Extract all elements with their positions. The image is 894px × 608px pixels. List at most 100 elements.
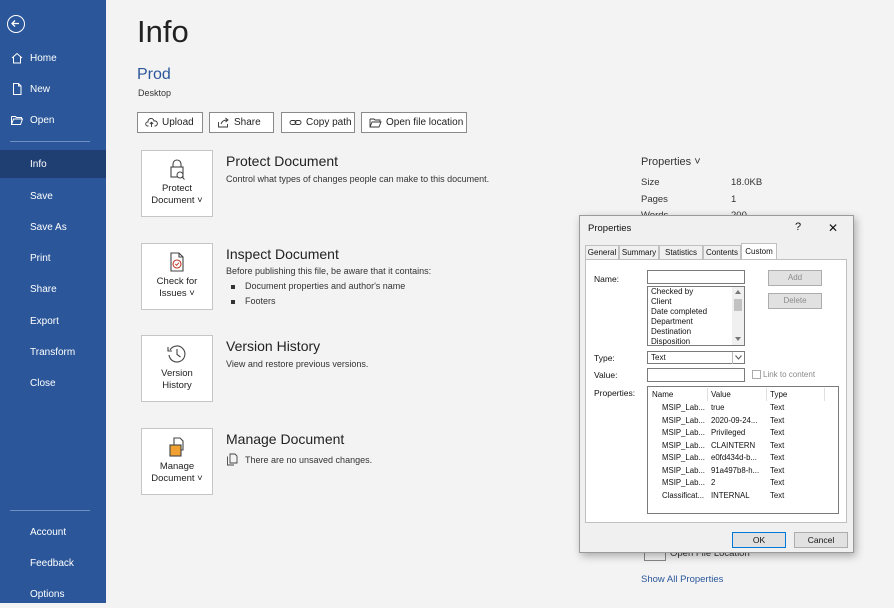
list-item[interactable]: Department xyxy=(651,317,693,327)
name-field-label: Name: xyxy=(594,274,620,284)
row-value: 91a497b8-h... xyxy=(711,465,760,475)
prop-pages-value: 1 xyxy=(731,194,737,205)
column-header-name[interactable]: Name xyxy=(652,390,673,399)
table-row[interactable]: MSIP_Lab... 2020-09-24... Text xyxy=(648,416,838,428)
type-select[interactable]: Text xyxy=(647,351,745,364)
folder-icon xyxy=(369,118,382,128)
nav-share[interactable]: Share xyxy=(0,275,106,303)
row-value: 2 xyxy=(711,478,716,487)
name-input[interactable] xyxy=(647,270,745,284)
nav-export-label: Export xyxy=(30,315,59,327)
version-history-desc: View and restore previous versions. xyxy=(226,359,369,369)
protect-document-desc: Control what types of changes people can… xyxy=(226,174,490,184)
row-name: MSIP_Lab... xyxy=(662,403,705,412)
list-item[interactable]: Checked by xyxy=(651,287,693,297)
show-all-properties-link[interactable]: Show All Properties xyxy=(641,574,723,585)
row-name: MSIP_Lab... xyxy=(662,440,705,450)
row-name: MSIP_Lab... xyxy=(662,453,705,462)
value-input[interactable] xyxy=(647,368,745,382)
list-item[interactable]: Destination xyxy=(651,327,691,337)
protect-document-button[interactable]: Protect Document ˅ xyxy=(141,150,213,217)
dialog-close-button[interactable]: ✕ xyxy=(828,221,838,235)
manage-document-icon xyxy=(169,437,184,457)
inspect-bullet-item: Document properties and author's name xyxy=(231,281,405,291)
nav-home-label: Home xyxy=(30,52,57,64)
inspect-document-desc: Before publishing this file, be aware th… xyxy=(226,266,432,276)
ok-button[interactable]: OK xyxy=(732,532,786,548)
nav-transform[interactable]: Transform xyxy=(0,338,106,366)
nav-close[interactable]: Close xyxy=(0,369,106,397)
column-separator xyxy=(824,388,825,401)
nav-open[interactable]: Open xyxy=(0,106,106,134)
nav-feedback[interactable]: Feedback xyxy=(0,549,106,577)
check-for-issues-button[interactable]: Check for Issues ˅ xyxy=(141,243,213,310)
manage-document-heading: Manage Document xyxy=(226,431,345,447)
nav-save-as-label: Save As xyxy=(30,221,67,233)
inspect-tile-line1: Check for xyxy=(156,276,198,287)
protect-tile-line2: Document ˅ xyxy=(151,195,203,206)
list-item[interactable]: Date completed xyxy=(651,307,707,317)
nav-account[interactable]: Account xyxy=(0,518,106,546)
name-list[interactable]: Checked by Client Date completed Departm… xyxy=(647,286,745,346)
open-file-location-button[interactable]: Open file location xyxy=(361,112,467,133)
tab-statistics[interactable]: Statistics xyxy=(659,245,703,259)
nav-export[interactable]: Export xyxy=(0,307,106,335)
column-header-type[interactable]: Type xyxy=(770,390,787,399)
row-type: Text xyxy=(770,403,785,412)
properties-heading[interactable]: Properties ˅ xyxy=(641,156,701,168)
nav-info[interactable]: Info xyxy=(0,150,106,178)
nav-save[interactable]: Save xyxy=(0,182,106,210)
version-history-button[interactable]: Version History xyxy=(141,335,213,402)
help-button[interactable]: ? xyxy=(795,221,801,233)
inspect-document-heading: Inspect Document xyxy=(226,246,339,262)
back-arrow-icon[interactable] xyxy=(7,15,25,33)
tab-summary[interactable]: Summary xyxy=(619,245,659,259)
share-button[interactable]: Share xyxy=(209,112,274,133)
nav-new[interactable]: New xyxy=(0,75,106,103)
copy-path-button[interactable]: Copy path xyxy=(281,112,355,133)
tab-custom[interactable]: Custom xyxy=(741,243,777,259)
upload-button[interactable]: Upload xyxy=(137,112,203,133)
table-row[interactable]: MSIP_Lab... CLAINTERN Text xyxy=(648,441,838,453)
nav-save-as[interactable]: Save As xyxy=(0,213,106,241)
list-item[interactable]: Client xyxy=(651,297,671,307)
list-item[interactable]: Disposition xyxy=(651,337,690,345)
manage-document-desc: There are no unsaved changes. xyxy=(245,455,373,465)
open-file-location-partial[interactable]: Open File Location xyxy=(670,553,750,559)
row-name: MSIP_Lab... xyxy=(662,428,705,437)
nav-options[interactable]: Options xyxy=(0,580,106,608)
table-row[interactable]: MSIP_Lab... e0fd434d-b... Text xyxy=(648,453,838,465)
table-row[interactable]: Classificat... INTERNAL Text xyxy=(648,491,838,503)
nav-options-label: Options xyxy=(30,588,65,600)
tab-contents[interactable]: Contents xyxy=(703,245,741,259)
chevron-down-icon xyxy=(732,352,744,364)
table-row[interactable]: MSIP_Lab... 91a497b8-h... Text xyxy=(648,466,838,478)
table-row[interactable]: MSIP_Lab... 2 Text xyxy=(648,478,838,490)
value-field-label: Value: xyxy=(594,370,618,380)
column-header-value[interactable]: Value xyxy=(711,390,731,399)
nav-print[interactable]: Print xyxy=(0,244,106,272)
manage-document-button[interactable]: Manage Document ˅ xyxy=(141,428,213,495)
protect-document-heading: Protect Document xyxy=(226,153,339,169)
backstage-sidebar: Home New Open Info Save Save As Print Sh… xyxy=(0,0,106,603)
table-row[interactable]: MSIP_Lab... true Text xyxy=(648,403,838,415)
link-to-content-checkbox[interactable] xyxy=(752,370,761,379)
name-list-scrollbar[interactable] xyxy=(732,287,744,345)
scroll-thumb[interactable] xyxy=(734,299,742,311)
link-icon xyxy=(289,120,302,125)
tab-general[interactable]: General xyxy=(585,245,619,259)
cancel-button[interactable]: Cancel xyxy=(794,532,848,548)
properties-table[interactable]: Name Value Type MSIP_Lab... true Text MS… xyxy=(647,386,839,514)
add-button[interactable]: Add xyxy=(768,270,822,286)
nav-transform-label: Transform xyxy=(30,346,76,358)
prop-size-value: 18.0KB xyxy=(731,177,763,188)
nav-share-label: Share xyxy=(30,283,57,295)
nav-home[interactable]: Home xyxy=(0,44,106,72)
row-type: Text xyxy=(770,453,785,462)
version-tile-line1: Version xyxy=(161,368,193,379)
row-value: CLAINTERN xyxy=(711,440,756,450)
table-row[interactable]: MSIP_Lab... Privileged Text xyxy=(648,428,838,440)
page-title: Info xyxy=(137,14,189,49)
delete-button[interactable]: Delete xyxy=(768,293,822,309)
row-type: Text xyxy=(770,440,785,450)
